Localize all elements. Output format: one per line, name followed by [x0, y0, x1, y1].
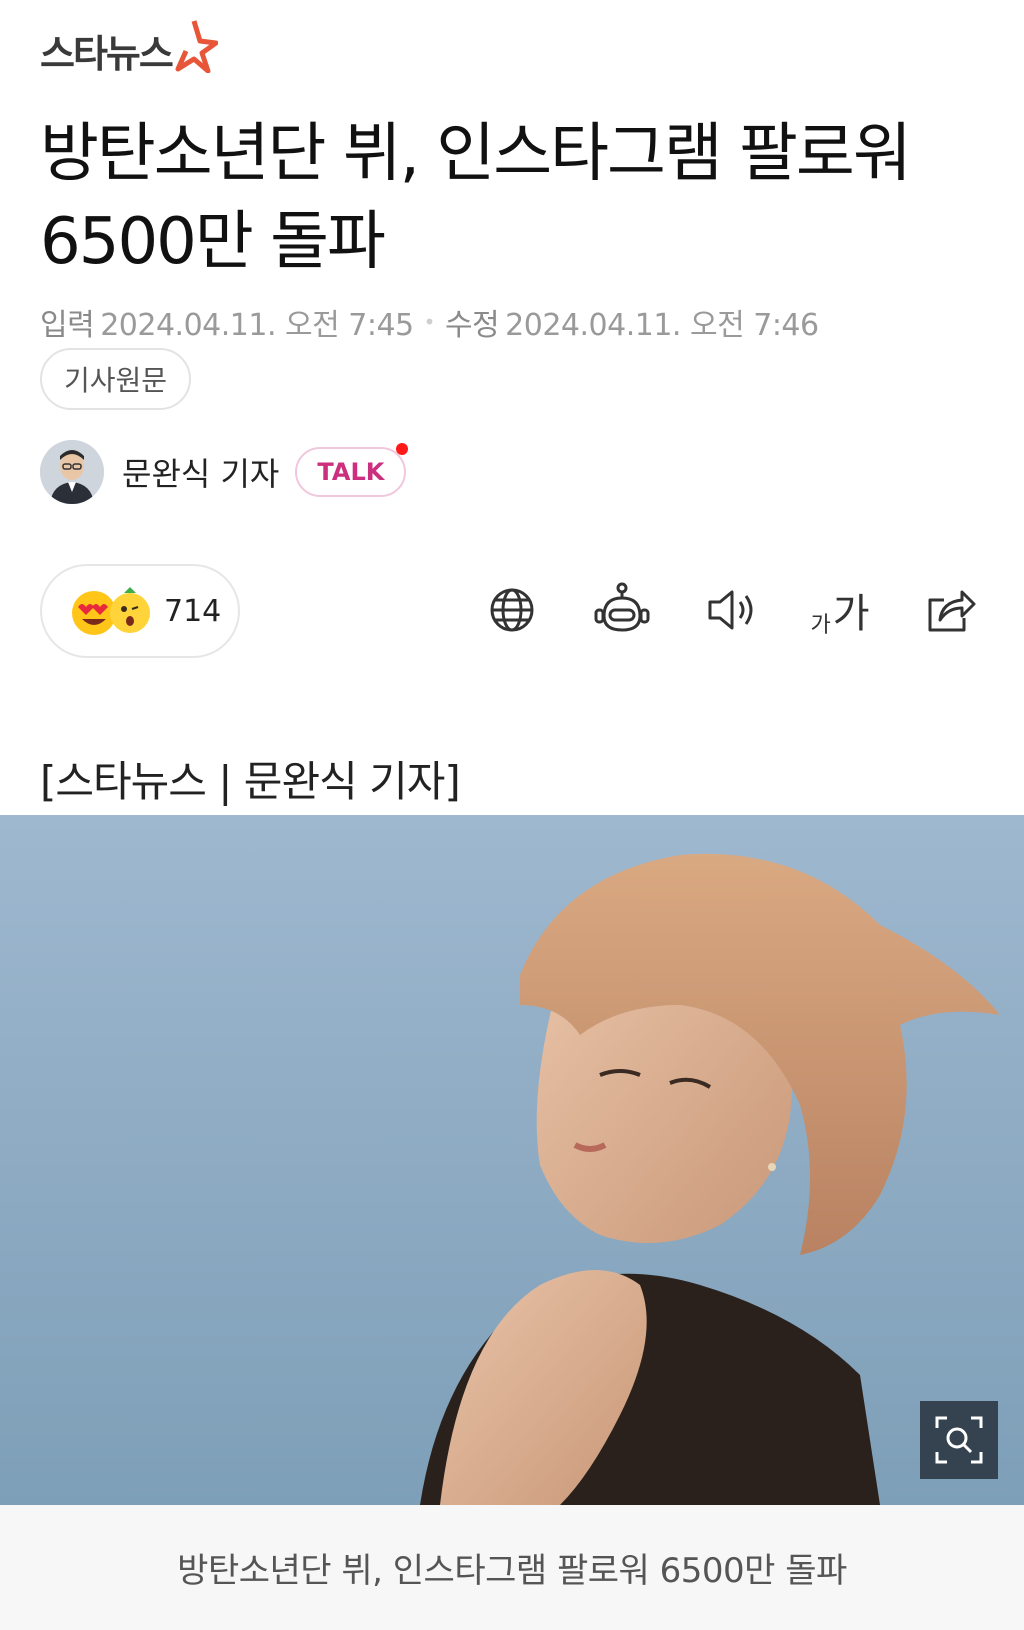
speaker-icon	[708, 590, 753, 630]
logo-text: 스타뉴스	[40, 31, 174, 76]
reporter-avatar[interactable]	[40, 440, 104, 504]
summary-bot-button[interactable]	[590, 578, 654, 642]
robot-icon	[594, 582, 650, 632]
font-size-button[interactable]: 가 가	[808, 578, 872, 642]
avatar-image	[40, 440, 104, 504]
article-byline: [스타뉴스 | 문완식 기자]	[40, 757, 461, 806]
font-size-icon: 가 가	[810, 581, 869, 639]
portrait-image	[420, 853, 1000, 1505]
photo-caption: 방탄소년단 뷔, 인스타그램 팔로워 6500만 돌파	[0, 1505, 1024, 1630]
zoom-button[interactable]	[920, 1401, 998, 1479]
article-toolbar: 가 가	[0, 578, 1024, 648]
zoom-icon	[935, 1416, 983, 1464]
input-time: 2024.04.11. 오전 7:45	[100, 308, 414, 343]
share-icon	[928, 590, 976, 632]
translate-button[interactable]	[480, 578, 544, 642]
input-label: 입력	[40, 308, 95, 343]
globe-icon	[490, 588, 534, 632]
modified-time: 2024.04.11. 오전 7:46	[505, 308, 819, 343]
meta-separator: •	[423, 310, 436, 334]
reporter-name[interactable]: 문완식 기자	[122, 449, 279, 495]
font-small-label: 가	[810, 613, 831, 638]
share-button[interactable]	[918, 578, 982, 642]
article-meta: 입력 2024.04.11. 오전 7:45 • 수정 2024.04.11. …	[40, 300, 819, 344]
talk-label: TALK	[317, 458, 385, 486]
site-logo[interactable]: 스타뉴스	[40, 18, 218, 82]
reporter-row: 문완식 기자 TALK	[40, 440, 409, 504]
original-article-button[interactable]: 기사원문	[40, 348, 192, 410]
modified-label: 수정	[444, 308, 500, 343]
article-title: 방탄소년단 뷔, 인스타그램 팔로워 6500만 돌파	[40, 117, 912, 279]
talk-button[interactable]: TALK	[295, 443, 409, 497]
article-photo[interactable]	[0, 815, 1024, 1505]
notification-dot	[396, 443, 409, 455]
star-logo-icon	[175, 20, 218, 73]
font-large-label: 가	[832, 591, 870, 637]
read-aloud-button[interactable]	[700, 578, 764, 642]
